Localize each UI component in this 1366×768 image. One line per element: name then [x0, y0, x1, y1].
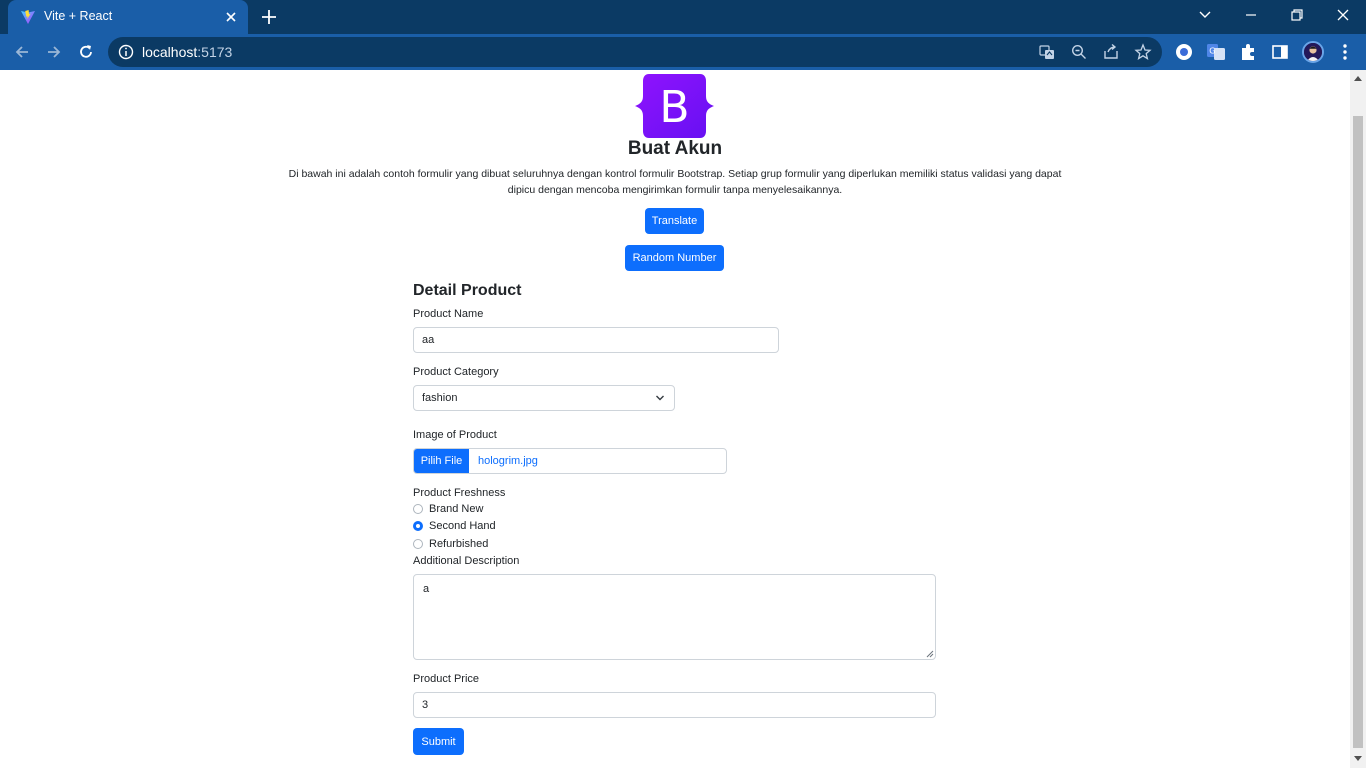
tab-title: Vite + React — [44, 9, 113, 23]
reload-icon — [80, 45, 92, 58]
chevron-down-icon — [1199, 11, 1211, 18]
freshness-label: Product Freshness — [413, 487, 506, 499]
page-scrollbar[interactable] — [1350, 70, 1366, 768]
radio-brand-new[interactable] — [413, 504, 423, 514]
radio-label-refurbished[interactable]: Refurbished — [429, 538, 488, 550]
file-name: hologrim.jpg — [478, 455, 538, 467]
sidepanel-icon[interactable] — [1270, 42, 1290, 62]
page-viewport: B Buat Akun Di bawah ini adalah contoh f… — [0, 70, 1350, 768]
profile-avatar[interactable] — [1302, 41, 1324, 63]
svg-text:G: G — [1209, 47, 1215, 56]
radio-second-hand[interactable] — [413, 521, 423, 531]
browser-tab[interactable]: Vite + React — [8, 0, 248, 34]
back-button[interactable] — [11, 41, 33, 63]
product-name-value: aa — [422, 334, 435, 346]
address-bar[interactable]: localhost:5173 — [108, 37, 1162, 67]
tab-search-button[interactable] — [1182, 0, 1228, 30]
url-host: localhost — [142, 44, 198, 60]
url-port: :5173 — [197, 44, 233, 60]
reload-button[interactable] — [75, 41, 97, 63]
product-category-select[interactable]: fashion — [413, 385, 675, 411]
image-file-input[interactable]: Pilih File hologrim.jpg — [413, 448, 727, 474]
close-window-button[interactable] — [1320, 0, 1366, 30]
random-number-button[interactable]: Random Number — [625, 245, 724, 271]
translate-button[interactable]: Translate — [645, 208, 704, 234]
minimize-button[interactable] — [1228, 0, 1274, 30]
radio-label-second-hand[interactable]: Second Hand — [429, 520, 496, 532]
minimize-icon — [1246, 14, 1256, 16]
scroll-up-arrow[interactable] — [1354, 76, 1362, 81]
product-name-label: Product Name — [413, 308, 484, 320]
page-title: Buat Akun — [627, 138, 723, 159]
restore-button[interactable] — [1274, 0, 1320, 30]
bootstrap-logo: B — [635, 74, 714, 138]
scroll-down-arrow[interactable] — [1354, 756, 1362, 761]
description-value: a — [423, 583, 430, 595]
more-icon[interactable] — [1335, 42, 1355, 62]
info-icon[interactable] — [117, 43, 135, 61]
radio-refurbished[interactable] — [413, 539, 423, 549]
share-icon[interactable] — [1102, 43, 1120, 61]
translate-icon[interactable] — [1038, 43, 1056, 61]
submit-button[interactable]: Submit — [413, 728, 464, 755]
description-label: Additional Description — [413, 555, 520, 567]
product-category-value: fashion — [422, 392, 458, 404]
section-title: Detail Product — [413, 282, 522, 299]
close-icon — [1337, 9, 1349, 21]
avatar-icon — [1304, 43, 1322, 61]
forward-arrow-icon — [48, 46, 61, 58]
chevron-down-icon — [656, 395, 664, 401]
close-icon[interactable] — [222, 8, 240, 26]
product-name-input[interactable]: aa — [413, 327, 779, 353]
extension-icon[interactable] — [1174, 42, 1194, 62]
forward-button[interactable] — [43, 41, 65, 63]
price-input[interactable]: 3 — [413, 692, 936, 718]
back-arrow-icon — [15, 46, 28, 58]
vite-icon — [21, 10, 35, 24]
description-textarea[interactable]: a — [413, 574, 936, 660]
scroll-thumb[interactable] — [1353, 116, 1363, 748]
url-text: localhost:5173 — [142, 44, 232, 60]
price-label: Product Price — [413, 673, 480, 685]
product-category-label: Product Category — [413, 366, 499, 378]
puzzle-icon[interactable] — [1238, 42, 1258, 62]
price-value: 3 — [422, 699, 429, 711]
browser-toolbar: localhost:5173 G — [0, 34, 1366, 70]
resize-handle-icon[interactable] — [926, 650, 934, 658]
plus-icon[interactable] — [258, 6, 280, 28]
restore-icon — [1291, 9, 1303, 21]
page-lead: Di bawah ini adalah contoh formulir yang… — [288, 168, 1062, 196]
star-icon[interactable] — [1134, 43, 1152, 61]
zoom-icon[interactable] — [1070, 43, 1088, 61]
browser-titlebar: Vite + React — [0, 0, 1366, 34]
choose-file-button[interactable]: Pilih File — [414, 449, 469, 473]
image-label: Image of Product — [413, 429, 497, 441]
radio-label-brand-new[interactable]: Brand New — [429, 503, 483, 515]
translate-icon[interactable]: G — [1206, 42, 1226, 62]
svg-text:B: B — [659, 82, 689, 133]
